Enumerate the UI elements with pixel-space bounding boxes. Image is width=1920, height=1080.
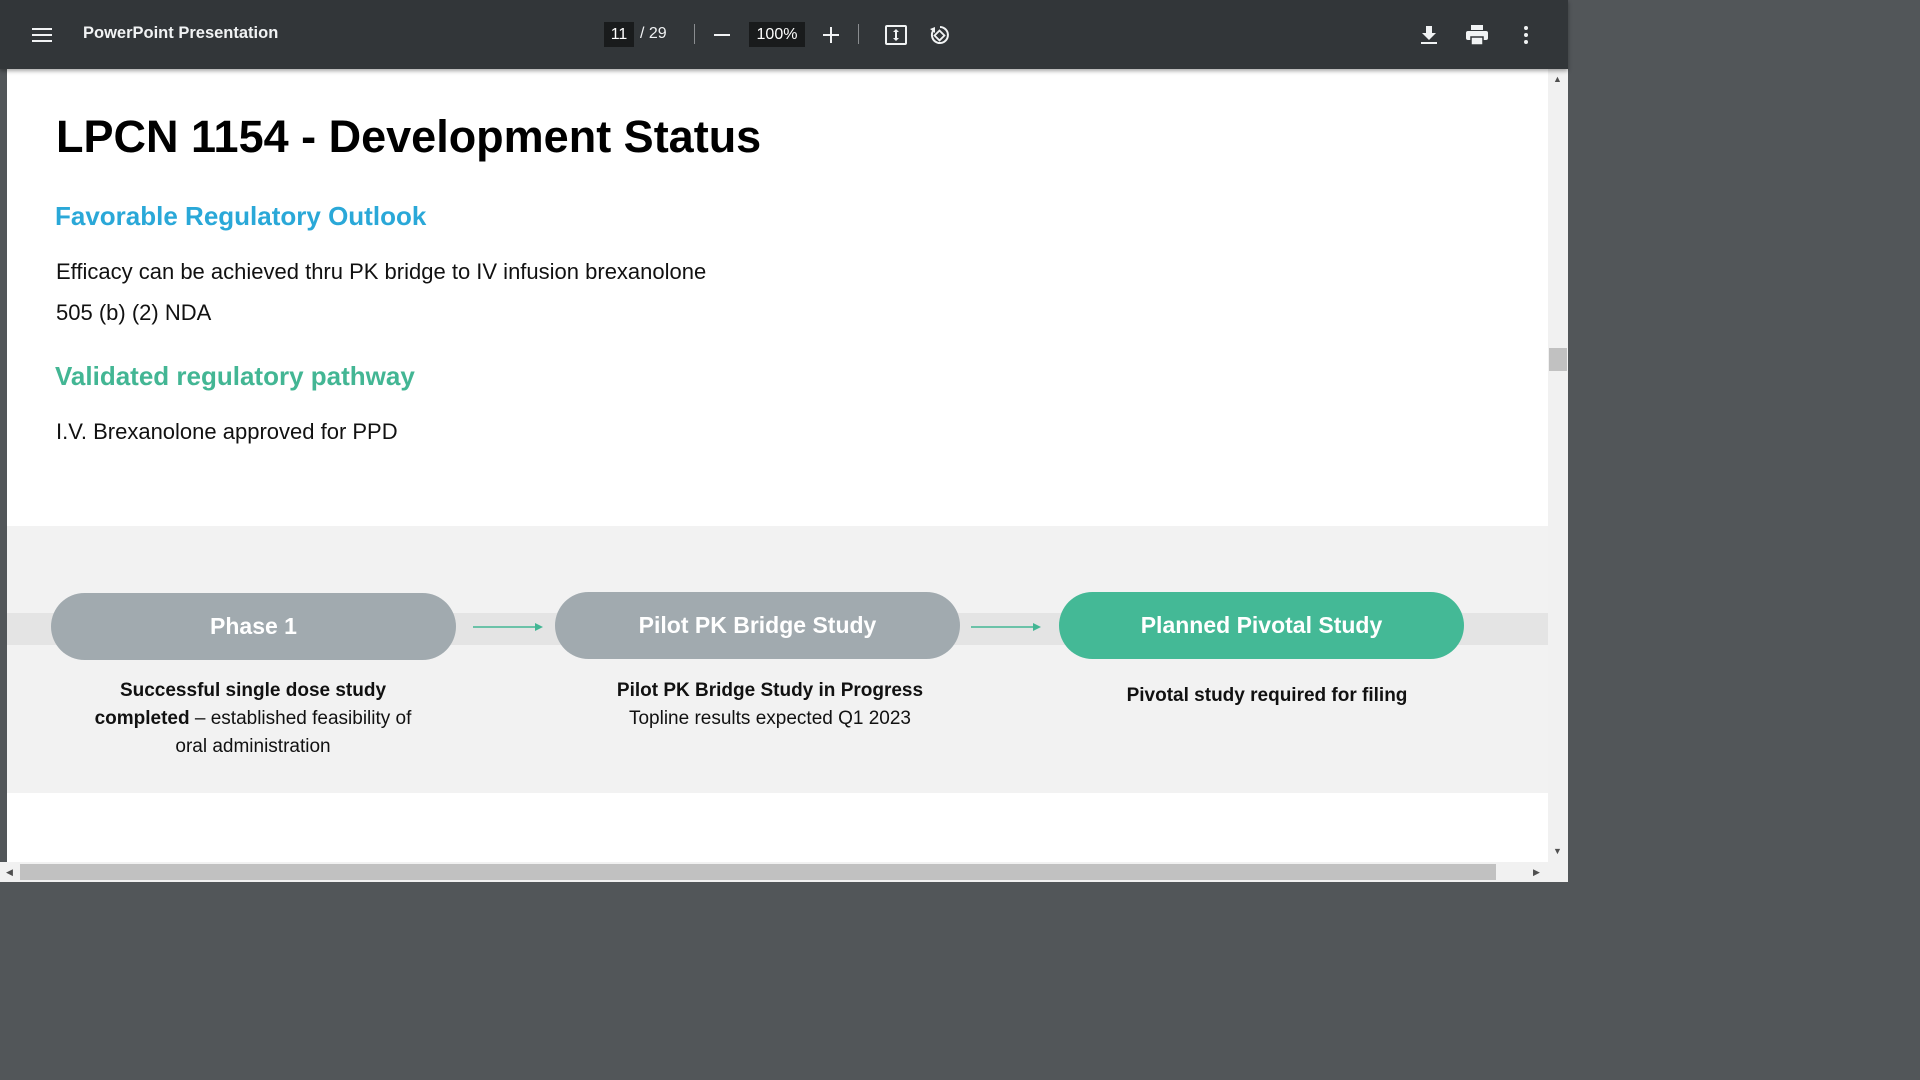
document-viewer[interactable]: LPCN 1154 - Development Status Favorable… — [0, 69, 1568, 882]
stage-pill-pilot-pk: Pilot PK Bridge Study — [555, 592, 960, 659]
arrow-icon — [473, 623, 543, 631]
timeline-band: Phase 1 Pilot PK Bridge Study Planned Pi… — [7, 526, 1548, 793]
scroll-right-icon[interactable]: ▶ — [1533, 867, 1540, 877]
pilot-pk-caption: Pilot PK Bridge Study in Progress Toplin… — [560, 677, 980, 733]
pdf-toolbar: PowerPoint Presentation / 29 — [0, 0, 1568, 69]
vertical-scroll-thumb[interactable] — [1549, 348, 1567, 371]
zoom-out-button[interactable] — [707, 20, 737, 50]
validated-pathway-heading: Validated regulatory pathway — [55, 361, 415, 391]
caption-bold: completed — [94, 708, 190, 729]
caption-text: – established feasibility of — [189, 708, 412, 729]
horizontal-scroll-thumb[interactable] — [20, 864, 1496, 880]
zoom-out-icon — [714, 34, 730, 36]
page-number-input[interactable] — [604, 22, 634, 47]
more-vert-icon — [1524, 26, 1528, 44]
stage-label: Pilot PK Bridge Study — [638, 612, 877, 638]
download-icon — [1421, 26, 1437, 44]
efficacy-text: Efficacy can be achieved thru PK bridge … — [56, 259, 707, 284]
document-title: PowerPoint Presentation — [83, 24, 279, 42]
stage-label: Phase 1 — [210, 613, 297, 639]
toolbar-divider — [858, 24, 859, 44]
stage-label: Planned Pivotal Study — [1140, 612, 1383, 638]
print-button[interactable] — [1461, 19, 1493, 51]
favorable-outlook-heading: Favorable Regulatory Outlook — [55, 201, 427, 231]
vertical-scrollbar[interactable] — [1548, 69, 1568, 862]
menu-button[interactable] — [22, 15, 62, 55]
zoom-in-icon — [823, 27, 839, 43]
caption-text: oral administration — [175, 736, 331, 757]
phase-1-caption: Successful single dose study completed –… — [53, 677, 453, 761]
zoom-in-button[interactable] — [816, 20, 846, 50]
rotate-button[interactable] — [924, 19, 956, 51]
arrow-icon — [971, 623, 1041, 631]
toolbar-divider — [694, 24, 695, 44]
slide-page: LPCN 1154 - Development Status Favorable… — [7, 69, 1548, 863]
caption-bold: Pivotal study required for filing — [1126, 685, 1408, 706]
fit-page-icon — [885, 25, 907, 45]
zoom-level-input[interactable] — [749, 22, 805, 47]
fit-page-button[interactable] — [880, 19, 912, 51]
pivotal-caption: Pivotal study required for filing — [1067, 682, 1467, 710]
rotate-icon — [930, 26, 949, 44]
caption-text: Topline results expected Q1 2023 — [628, 708, 911, 729]
page-count: / 29 — [640, 25, 667, 42]
brexanolone-text: I.V. Brexanolone approved for PPD — [56, 419, 398, 444]
nda-text: 505 (b) (2) NDA — [56, 300, 212, 325]
more-options-button[interactable] — [1510, 19, 1542, 51]
download-button[interactable] — [1413, 19, 1445, 51]
slide-title: LPCN 1154 - Development Status — [56, 111, 762, 162]
print-icon — [1466, 25, 1488, 45]
caption-bold: Successful single dose study — [119, 680, 387, 701]
menu-icon — [32, 28, 52, 42]
scroll-down-icon[interactable]: ▼ — [1553, 846, 1562, 856]
stage-pill-pivotal: Planned Pivotal Study — [1059, 592, 1464, 659]
caption-bold: Pilot PK Bridge Study in Progress — [616, 680, 924, 701]
scroll-up-icon[interactable]: ▲ — [1553, 74, 1562, 84]
scroll-left-icon[interactable]: ◀ — [6, 867, 13, 877]
stage-pill-phase-1: Phase 1 — [51, 593, 456, 660]
